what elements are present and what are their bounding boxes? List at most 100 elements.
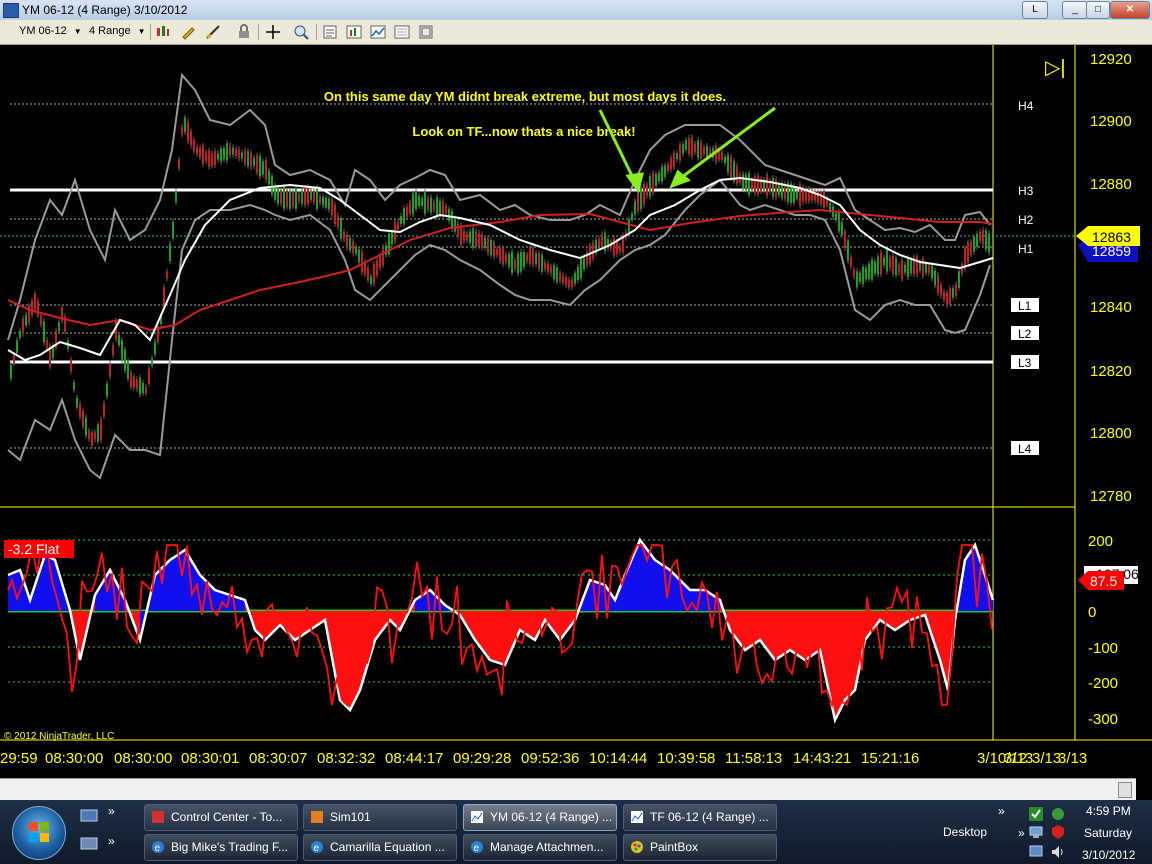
chart-canvas[interactable]: On this same day YM didnt break extreme,… [0,45,1152,775]
play-icon[interactable]: ▷| [1045,57,1066,79]
checkmark-tray-icon[interactable] [1028,806,1044,822]
price-bar [133,376,135,388]
price-bar [415,190,417,210]
price-bar [262,161,264,175]
price-bar [952,288,954,298]
task-label: YM 06-12 (4 Range) ... [490,810,613,824]
price-bar [583,257,585,270]
price-bar [907,258,909,278]
minimize-button[interactable]: _ [1062,1,1088,19]
price-bar [91,432,93,446]
network-tray-icon[interactable] [1028,824,1044,840]
price-bar [346,234,348,248]
taskbar-chevron-icon[interactable]: » [1018,826,1025,840]
taskbar-chevron-icon[interactable]: » [998,804,1005,818]
price-bar [13,355,15,364]
bar-type-icon[interactable] [155,24,171,40]
crosshair-icon[interactable] [265,24,281,40]
price-bar [598,238,600,247]
scroll-thumb[interactable] [1118,782,1132,798]
task-camarilla[interactable]: e Camarilla Equation ... [303,834,457,861]
time-tick: 10:14:44 [589,750,647,767]
task-tf-chart[interactable]: TF 06-12 (4 Range) ... [623,804,777,831]
indicators-icon[interactable] [346,24,362,40]
time-tick: 11:58:13 [725,750,782,767]
clock-time[interactable]: 4:59 PM [1086,804,1131,818]
start-button[interactable] [12,806,66,860]
display-tray-icon[interactable] [1028,844,1044,860]
price-bar [838,211,840,232]
level-label-h1: H1 [1018,242,1034,256]
quicklaunch-chevron-icon[interactable]: » [108,834,115,848]
price-bar [223,147,225,160]
price-bar [508,253,510,267]
price-bar [145,386,147,394]
data-box-icon[interactable] [322,24,338,40]
price-bar [124,349,126,371]
time-tick: 3/13 [1058,750,1087,767]
price-bar [970,241,972,255]
price-bar [793,185,795,203]
price-bar [94,432,96,440]
chart-trader-icon[interactable] [418,24,434,40]
draw-pencil-icon[interactable] [180,24,196,40]
quicklaunch-chevron-icon[interactable]: » [108,804,115,818]
price-bar [673,152,675,168]
price-bar [772,177,774,197]
task-manage-attachments[interactable]: e Manage Attachmen... [463,834,617,861]
update-tray-icon[interactable] [1050,806,1066,822]
price-axis: 12920 12900 12880 12840 12820 12800 1278… [1090,51,1132,505]
task-ym-chart[interactable]: YM 06-12 (4 Range) ... [463,804,617,831]
task-sim101[interactable]: Sim101 [303,804,457,831]
task-big-mikes[interactable]: e Big Mike's Trading F... [144,834,298,861]
price-bar [58,322,60,332]
desktop-toolbar[interactable]: Desktop [943,825,987,839]
price-bar [79,403,81,418]
level-label-h2: H2 [1018,213,1034,227]
quicklaunch-app-icon[interactable] [80,836,98,852]
period-selector[interactable]: 4 Range ▼ [86,23,154,40]
volume-tray-icon[interactable] [1050,844,1066,860]
price-bar [469,231,471,244]
price-bar [874,261,876,274]
properties-icon[interactable] [394,24,410,40]
price-bar [277,187,279,204]
price-bar [574,272,576,284]
price-bar [745,174,747,191]
price-bar [949,288,951,304]
price-bar [982,229,984,245]
show-desktop-icon[interactable] [80,808,98,824]
price-tick: 12800 [1090,425,1132,442]
price-bar [286,190,288,207]
chart-scrollbar[interactable] [0,778,1136,801]
price-bar [685,140,687,150]
price-bar [619,246,621,253]
instrument-selector[interactable]: YM 06-12 ▼ [16,23,88,40]
close-button[interactable]: ✕ [1110,1,1150,19]
security-tray-icon[interactable] [1050,824,1066,840]
svg-text:e: e [314,843,320,854]
draw-tool-icon[interactable] [205,24,221,40]
price-bar [517,253,519,274]
layout-button[interactable]: L [1022,1,1048,19]
price-bar [289,190,291,209]
task-control-center[interactable]: Control Center - To... [144,804,298,831]
restore-button[interactable]: □ [1086,1,1110,19]
task-label: Manage Attachmen... [490,840,604,854]
price-bar [418,195,420,207]
zoom-icon[interactable] [293,24,309,40]
price-bar [856,271,858,288]
oscillator-bar [185,550,200,611]
price-bar [295,188,297,209]
task-paintbox[interactable]: PaintBox [623,834,777,861]
price-bar [193,140,195,151]
price-bar [181,127,183,135]
price-bar [511,251,513,274]
price-bar [493,242,495,257]
price-bar [634,201,636,215]
price-bar [259,155,261,177]
price-bar [445,206,447,214]
price-bar [967,242,969,262]
strategies-icon[interactable] [370,24,386,40]
lock-icon[interactable] [236,24,252,40]
